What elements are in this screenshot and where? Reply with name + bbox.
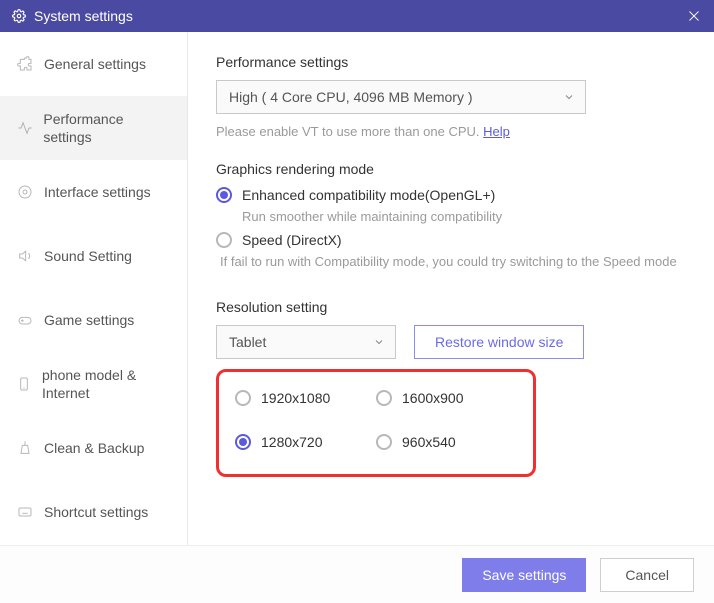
radio-icon[interactable] bbox=[235, 390, 251, 406]
chevron-down-icon bbox=[373, 336, 385, 348]
radio-icon[interactable] bbox=[376, 434, 392, 450]
directx-hint: If fail to run with Compatibility mode, … bbox=[220, 254, 686, 269]
sidebar-item-performance[interactable]: Performance settings bbox=[0, 96, 187, 160]
cancel-button[interactable]: Cancel bbox=[600, 558, 694, 592]
sidebar-item-label: Game settings bbox=[44, 311, 134, 329]
performance-icon bbox=[16, 119, 33, 137]
radio-res-1920x1080[interactable]: 1920x1080 bbox=[235, 390, 376, 406]
radio-opengl[interactable]: Enhanced compatibility mode(OpenGL+) bbox=[216, 187, 686, 203]
resolution-options-highlight: 1920x1080 1600x900 1280x720 960x540 bbox=[216, 369, 536, 477]
resolution-heading: Resolution setting bbox=[216, 299, 686, 315]
sidebar-item-interface[interactable]: Interface settings bbox=[0, 160, 187, 224]
radio-icon[interactable] bbox=[216, 187, 232, 203]
close-icon[interactable] bbox=[686, 8, 702, 24]
game-icon bbox=[16, 311, 34, 329]
phone-icon bbox=[16, 375, 32, 393]
radio-label: 1920x1080 bbox=[261, 390, 330, 406]
sidebar-item-label: phone model & Internet bbox=[42, 366, 171, 402]
window-title: System settings bbox=[34, 8, 686, 24]
radio-label: 1280x720 bbox=[261, 434, 323, 450]
sidebar-item-general[interactable]: General settings bbox=[0, 32, 187, 96]
keyboard-icon bbox=[16, 503, 34, 521]
performance-select[interactable]: High ( 4 Core CPU, 4096 MB Memory ) bbox=[216, 80, 586, 114]
sidebar: General settings Performance settings In… bbox=[0, 32, 188, 545]
sidebar-item-game[interactable]: Game settings bbox=[0, 288, 187, 352]
sidebar-item-label: Clean & Backup bbox=[44, 439, 144, 457]
interface-icon bbox=[16, 183, 34, 201]
sidebar-item-sound[interactable]: Sound Setting bbox=[0, 224, 187, 288]
sidebar-item-label: Sound Setting bbox=[44, 247, 132, 265]
opengl-hint: Run smoother while maintaining compatibi… bbox=[242, 209, 686, 224]
sound-icon bbox=[16, 247, 34, 265]
titlebar: System settings bbox=[0, 0, 714, 32]
radio-icon[interactable] bbox=[216, 232, 232, 248]
vt-hint: Please enable VT to use more than one CP… bbox=[216, 124, 686, 139]
sidebar-item-label: Performance settings bbox=[43, 110, 171, 146]
radio-label: 1600x900 bbox=[402, 390, 464, 406]
radio-res-1280x720[interactable]: 1280x720 bbox=[235, 434, 376, 450]
radio-label: Speed (DirectX) bbox=[242, 232, 342, 248]
radio-icon[interactable] bbox=[235, 434, 251, 450]
sidebar-item-label: Interface settings bbox=[44, 183, 151, 201]
sidebar-item-shortcut[interactable]: Shortcut settings bbox=[0, 480, 187, 544]
performance-select-value: High ( 4 Core CPU, 4096 MB Memory ) bbox=[229, 89, 473, 105]
radio-directx[interactable]: Speed (DirectX) bbox=[216, 232, 686, 248]
restore-window-button[interactable]: Restore window size bbox=[414, 325, 584, 359]
gear-icon bbox=[12, 9, 26, 23]
clean-icon bbox=[16, 439, 34, 457]
help-link[interactable]: Help bbox=[483, 124, 510, 139]
sidebar-item-clean[interactable]: Clean & Backup bbox=[0, 416, 187, 480]
puzzle-icon bbox=[16, 55, 34, 73]
performance-heading: Performance settings bbox=[216, 54, 686, 70]
radio-icon[interactable] bbox=[376, 390, 392, 406]
resolution-mode-value: Tablet bbox=[229, 334, 266, 350]
radio-res-960x540[interactable]: 960x540 bbox=[376, 434, 517, 450]
main-panel: Performance settings High ( 4 Core CPU, … bbox=[188, 32, 714, 545]
chevron-down-icon bbox=[563, 91, 575, 103]
radio-label: Enhanced compatibility mode(OpenGL+) bbox=[242, 187, 495, 203]
graphics-heading: Graphics rendering mode bbox=[216, 161, 686, 177]
sidebar-item-label: Shortcut settings bbox=[44, 503, 148, 521]
save-button[interactable]: Save settings bbox=[462, 558, 586, 592]
footer: Save settings Cancel bbox=[0, 545, 714, 603]
sidebar-item-label: General settings bbox=[44, 55, 146, 73]
radio-res-1600x900[interactable]: 1600x900 bbox=[376, 390, 517, 406]
resolution-mode-select[interactable]: Tablet bbox=[216, 325, 396, 359]
radio-label: 960x540 bbox=[402, 434, 456, 450]
sidebar-item-phone[interactable]: phone model & Internet bbox=[0, 352, 187, 416]
